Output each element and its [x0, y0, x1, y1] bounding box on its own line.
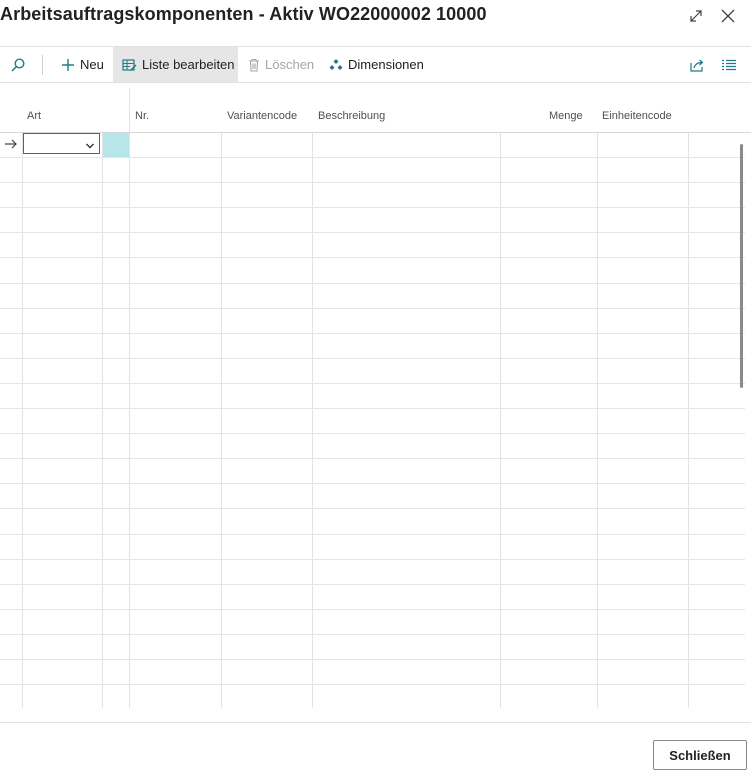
row-divider: [0, 433, 745, 434]
row-divider: [0, 684, 745, 685]
row-divider: [0, 559, 745, 560]
column-header-einheitencode[interactable]: Einheitencode: [602, 110, 672, 122]
column-divider: [500, 133, 501, 708]
dimensions-button[interactable]: Dimensionen: [329, 47, 424, 82]
search-icon: [10, 57, 26, 73]
expand-icon[interactable]: [686, 6, 706, 26]
row-divider: [0, 634, 745, 635]
dimensions-icon: [329, 58, 343, 72]
footer-divider: [0, 722, 751, 723]
close-icon[interactable]: [718, 6, 738, 26]
delete-label: Löschen: [265, 57, 315, 72]
row-divider: [0, 458, 745, 459]
search-button[interactable]: [6, 47, 30, 82]
list-icon: [722, 59, 736, 71]
row-divider: [0, 659, 745, 660]
selected-cell[interactable]: [103, 133, 129, 157]
column-divider: [597, 133, 598, 708]
trash-icon: [248, 58, 260, 72]
row-divider: [0, 534, 745, 535]
column-divider: [312, 133, 313, 708]
row-divider: [0, 483, 745, 484]
column-header-nr[interactable]: Nr.: [135, 110, 149, 122]
row-divider: [0, 207, 745, 208]
new-button-label: Neu: [80, 57, 104, 72]
row-divider: [0, 383, 745, 384]
page-title: Arbeitsauftragskomponenten - Aktiv WO220…: [0, 4, 487, 24]
row-divider: [0, 584, 745, 585]
share-button[interactable]: [688, 47, 706, 82]
edit-list-icon: [122, 58, 137, 72]
row-divider: [0, 182, 745, 183]
toolbar-divider: [42, 55, 43, 75]
column-header-beschreibung[interactable]: Beschreibung: [318, 110, 385, 122]
column-header-menge[interactable]: Menge: [549, 110, 583, 122]
row-divider: [0, 333, 745, 334]
dimensions-label: Dimensionen: [348, 57, 424, 72]
edit-list-button[interactable]: Liste bearbeiten: [113, 47, 238, 82]
action-bar: Neu Liste bearbeiten Löschen Dimensionen: [0, 46, 751, 83]
row-divider: [0, 308, 745, 309]
row-divider: [0, 257, 745, 258]
art-select[interactable]: [23, 133, 100, 154]
delete-button[interactable]: Löschen: [248, 47, 314, 82]
vertical-scrollbar[interactable]: [740, 144, 743, 388]
list-view-button[interactable]: [720, 47, 738, 82]
column-divider: [102, 133, 103, 708]
components-table: Art Nr. Variantencode Beschreibung Menge…: [0, 88, 751, 708]
row-divider: [0, 232, 745, 233]
edit-list-label: Liste bearbeiten: [142, 57, 235, 72]
chevron-down-icon: [85, 138, 95, 156]
row-divider: [0, 408, 745, 409]
column-divider: [129, 133, 130, 708]
column-header-art[interactable]: Art: [27, 110, 41, 122]
row-divider: [0, 609, 745, 610]
new-button[interactable]: Neu: [55, 47, 110, 82]
column-divider: [22, 133, 23, 708]
row-divider: [0, 283, 745, 284]
plus-icon: [61, 58, 75, 72]
column-divider: [688, 133, 689, 708]
close-button[interactable]: Schließen: [653, 740, 747, 770]
row-divider: [0, 508, 745, 509]
share-icon: [689, 58, 705, 72]
column-header-variantencode[interactable]: Variantencode: [227, 110, 297, 122]
row-arrow-icon: [4, 137, 18, 155]
row-divider: [0, 157, 745, 158]
row-divider: [0, 358, 745, 359]
column-divider: [221, 133, 222, 708]
